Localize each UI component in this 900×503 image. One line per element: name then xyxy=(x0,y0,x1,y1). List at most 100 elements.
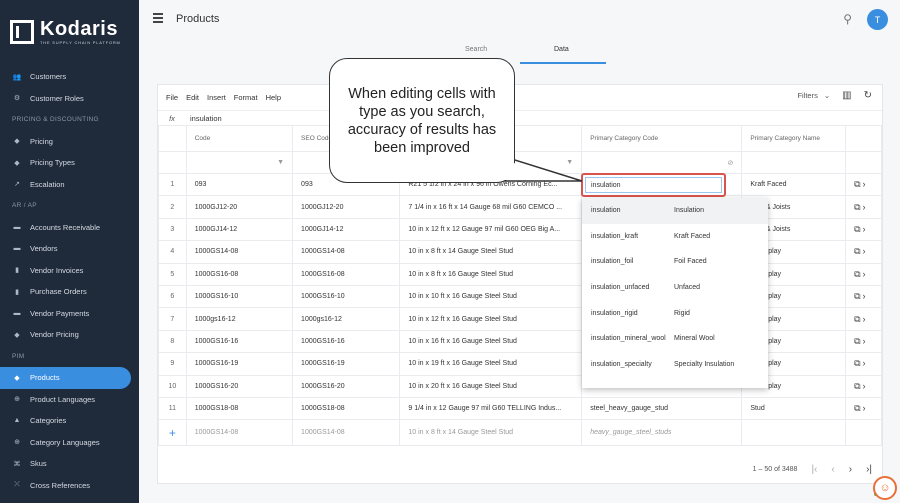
menu-insert[interactable]: Insert xyxy=(207,93,226,102)
cell-code[interactable]: 1000GJ12-20 xyxy=(185,195,294,219)
clear-filter-icon[interactable]: ⊘ xyxy=(727,159,733,167)
dropdown-option[interactable]: insulation_specialty Specialty Insulation xyxy=(582,352,768,378)
header-code[interactable]: Code xyxy=(185,125,294,152)
open-external-icon[interactable]: ⧉ xyxy=(854,202,860,212)
cell-name[interactable]: 7 1/4 in x 16 ft x 14 Gauge 68 mil G60 C… xyxy=(399,195,583,219)
sidebar-item-products[interactable]: ◆ Products xyxy=(0,367,131,389)
cell-seo-code[interactable]: 1000GS16-08 xyxy=(292,262,401,286)
cell-primary-category-name[interactable]: Kraft Faced xyxy=(741,172,847,197)
add-row-icon[interactable]: + xyxy=(158,419,187,447)
cell-name[interactable]: 10 in x 12 ft x 16 Gauge Steel Stud xyxy=(399,307,583,331)
sidebar-item-vendor-invoices[interactable]: ▮ Vendor Invoices xyxy=(0,260,139,282)
cell-seo-code[interactable]: 1000GS16-16 xyxy=(292,329,401,354)
chevron-right-icon[interactable]: › xyxy=(862,202,865,212)
open-external-icon[interactable]: ⧉ xyxy=(854,291,860,301)
cell-name[interactable]: 10 in x 10 ft x 16 Gauge Steel Stud xyxy=(399,284,583,309)
table-row[interactable]: 3 1000GJ14-12 1000GJ14-12 10 in x 12 ft x 1… xyxy=(158,217,882,242)
new-cell-name[interactable]: 10 in x 8 ft x 14 Gauge Steel Stud xyxy=(399,419,583,447)
sidebar-item-product-languages[interactable]: ⊕ Product Languages xyxy=(0,389,139,411)
open-external-icon[interactable]: ⧉ xyxy=(854,246,860,256)
dropdown-option[interactable]: insulation_foil Foil Faced xyxy=(582,249,768,275)
logo[interactable]: Kodaris THE SUPPLY CHAIN PLATFORM xyxy=(0,0,139,64)
cell-seo-code[interactable]: 1000gs16-12 xyxy=(292,307,401,331)
cell-code[interactable]: 093 xyxy=(185,172,294,197)
table-row[interactable]: 8 1000GS16-16 1000GS16-16 10 in x 16 ft x 1… xyxy=(158,329,882,354)
filter-primary-category-code[interactable]: ⊘ xyxy=(581,151,743,174)
cell-seo-code[interactable]: 1000GS16-20 xyxy=(292,374,401,398)
sidebar-item-vendor-pricing[interactable]: ◆ Vendor Pricing xyxy=(0,324,139,346)
chevron-right-icon[interactable]: › xyxy=(862,269,865,279)
sidebar-item-accounts-receivable[interactable]: ▬ Accounts Receivable xyxy=(0,217,139,239)
dropdown-option[interactable]: insulation_mineral_wool Mineral Wool xyxy=(582,326,768,352)
menu-edit[interactable]: Edit xyxy=(186,93,199,102)
new-row[interactable]: +1000GS14-08 1000GS14-08 10 in x 8 ft x 14… xyxy=(158,419,882,447)
filters-dropdown[interactable]: Filters ⌄ xyxy=(797,91,830,100)
sidebar-item-purchase-orders[interactable]: ▮ Purchase Orders xyxy=(0,281,139,303)
table-row[interactable]: 7 1000gs16-12 1000gs16-12 10 in x 12 ft x 1… xyxy=(158,307,882,331)
cell-name[interactable]: 9 1/4 in x 12 Gauge 97 mil G60 TELLING I… xyxy=(399,396,583,421)
cell-code[interactable]: 1000GS18-08 xyxy=(185,396,294,421)
cell-seo-code[interactable]: 1000GS16-10 xyxy=(292,284,401,309)
cell-name[interactable]: 10 in x 8 ft x 16 Gauge Steel Stud xyxy=(399,262,583,286)
cell-code[interactable]: 1000gs16-12 xyxy=(185,307,294,331)
menu-format[interactable]: Format xyxy=(234,93,258,102)
first-page-icon[interactable]: |‹ xyxy=(811,464,817,475)
chevron-right-icon[interactable]: › xyxy=(862,224,865,234)
header-primary-category-code[interactable]: Primary Category Code xyxy=(581,125,743,152)
table-row[interactable]: 10 1000GS16-20 1000GS16-20 10 in x 20 ft x … xyxy=(158,374,882,398)
cell-name[interactable]: 10 in x 8 ft x 14 Gauge Steel Stud xyxy=(399,240,583,264)
chevron-right-icon[interactable]: › xyxy=(862,314,865,324)
next-page-icon[interactable]: › xyxy=(849,464,852,475)
filter-code[interactable]: ▼ xyxy=(185,151,294,174)
sidebar-item-pricing[interactable]: ◆ Pricing xyxy=(0,131,139,153)
cell-code[interactable]: 1000GS16-20 xyxy=(185,374,294,398)
chevron-right-icon[interactable]: › xyxy=(862,179,865,189)
open-external-icon[interactable]: ⧉ xyxy=(854,314,860,324)
sidebar-item-vendors[interactable]: ▬ Vendors xyxy=(0,238,139,260)
filter-primary-category-name[interactable] xyxy=(741,151,847,174)
menu-icon[interactable] xyxy=(153,13,163,25)
chevron-right-icon[interactable]: › xyxy=(862,358,865,368)
table-row[interactable]: 9 1000GS16-19 1000GS16-19 10 in x 19 ft x 1… xyxy=(158,352,882,376)
sidebar-item-customers[interactable]: 👥 Customers xyxy=(0,66,139,88)
cell-code[interactable]: 1000GS16-19 xyxy=(185,352,294,376)
prev-page-icon[interactable]: ‹ xyxy=(831,464,834,475)
sidebar-item-skus[interactable]: ⌘ Skus xyxy=(0,453,139,475)
cell-seo-code[interactable]: 1000GJ12-20 xyxy=(292,195,401,219)
cell-code[interactable]: 1000GS16-16 xyxy=(185,329,294,354)
dropdown-option[interactable]: insulation_kraft Kraft Faced xyxy=(582,224,768,250)
cell-name[interactable]: 10 in x 20 ft x 16 Gauge Steel Stud xyxy=(399,374,583,398)
last-page-icon[interactable]: ›| xyxy=(866,464,872,475)
open-external-icon[interactable]: ⧉ xyxy=(854,336,860,346)
open-external-icon[interactable]: ⧉ xyxy=(854,269,860,279)
menu-file[interactable]: File xyxy=(166,93,178,102)
cell-name[interactable]: 10 in x 12 ft x 12 Gauge 97 mil G60 OEG … xyxy=(399,217,583,242)
new-cell-primary-category-code[interactable]: heavy_gauge_steel_studs xyxy=(581,419,743,447)
sidebar-item-category-languages[interactable]: ⊕ Category Languages xyxy=(0,432,139,454)
cell-seo-code[interactable]: 1000GJ14-12 xyxy=(292,217,401,242)
table-row[interactable]: 1 093 093 R21 5 1/2 in x 24 in x 96 in Owen… xyxy=(158,172,882,197)
dropdown-option[interactable]: insulation_rigid Rigid xyxy=(582,300,768,326)
chevron-right-icon[interactable]: › xyxy=(862,381,865,391)
cell-seo-code[interactable]: 1000GS18-08 xyxy=(292,396,401,421)
open-external-icon[interactable]: ⧉ xyxy=(854,358,860,368)
cell-code[interactable]: 1000GS16-10 xyxy=(185,284,294,309)
cell-primary-category-name[interactable]: Stud xyxy=(741,396,847,421)
refresh-icon[interactable]: ↻ xyxy=(864,90,872,101)
sidebar-item-vendor-payments[interactable]: ▬ Vendor Payments xyxy=(0,303,139,325)
columns-icon[interactable]: ▥ xyxy=(842,90,851,101)
open-external-icon[interactable]: ⧉ xyxy=(854,224,860,234)
formula-input[interactable]: insulation xyxy=(190,114,222,123)
dropdown-option[interactable]: insulation Insulation xyxy=(582,198,768,224)
attachment-icon[interactable]: ⚲ xyxy=(843,12,852,26)
cell-primary-category-code[interactable]: steel_heavy_gauge_stud xyxy=(581,396,743,421)
sidebar-item-escalation[interactable]: ↗ Escalation xyxy=(0,174,139,196)
new-cell-seo-code[interactable]: 1000GS14-08 xyxy=(292,419,401,447)
cell-seo-code[interactable]: 1000GS16-19 xyxy=(292,352,401,376)
table-row[interactable]: 2 1000GJ12-20 1000GJ12-20 7 1/4 in x 16 ft … xyxy=(158,195,882,219)
sidebar-item-inventory-conversions[interactable]: ⇆Inventory Conversions xyxy=(0,496,139,503)
cell-seo-code[interactable]: 1000GS14-08 xyxy=(292,240,401,264)
sidebar-item-pricing-types[interactable]: ◆ Pricing Types xyxy=(0,152,139,174)
menu-help[interactable]: Help xyxy=(266,93,281,102)
chevron-right-icon[interactable]: › xyxy=(862,336,865,346)
